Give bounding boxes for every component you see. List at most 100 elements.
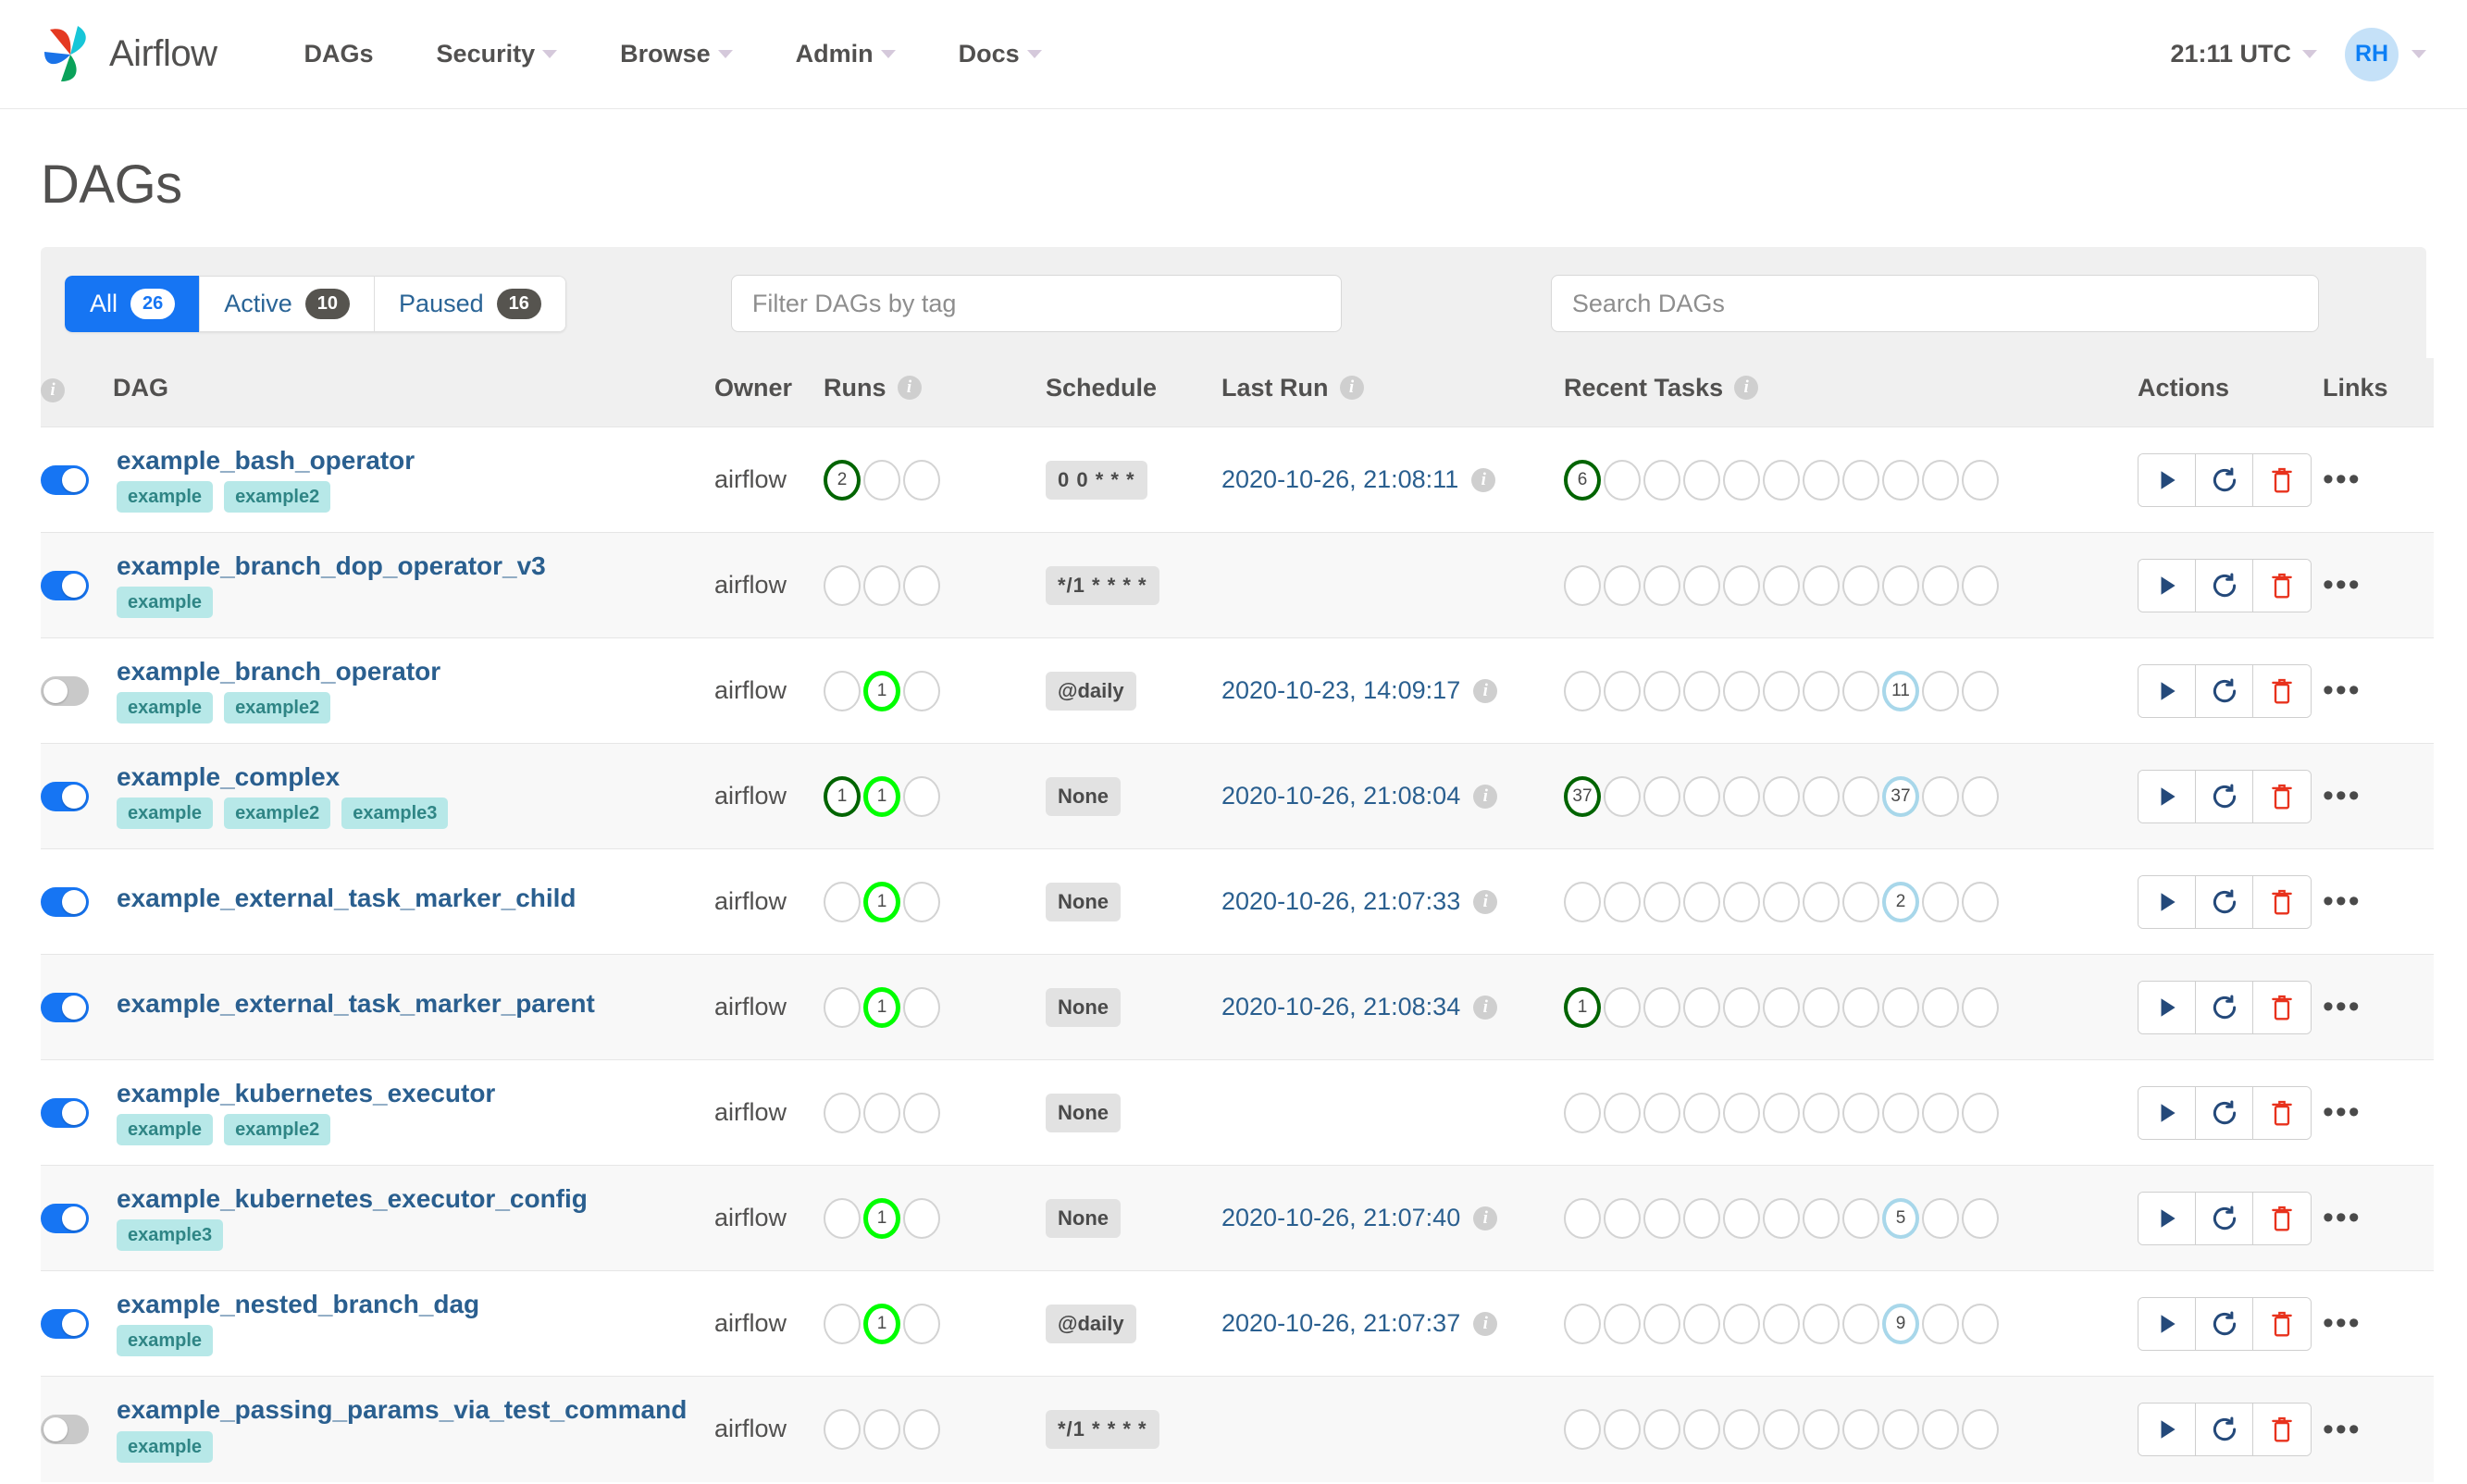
recent-task-circle-item[interactable] bbox=[1803, 564, 1840, 606]
recent-task-circle-item[interactable] bbox=[1763, 881, 1800, 922]
refresh-icon[interactable] bbox=[2196, 770, 2253, 822]
dag-tag[interactable]: example3 bbox=[117, 1219, 224, 1252]
dag-tag[interactable]: example bbox=[117, 798, 214, 830]
recent-task-circle-item[interactable] bbox=[1763, 775, 1800, 817]
dag-run-circle-item[interactable] bbox=[903, 564, 940, 606]
recent-task-circle-item[interactable] bbox=[1723, 1197, 1760, 1239]
recent-task-circle-item[interactable] bbox=[1723, 1303, 1760, 1344]
delete-icon[interactable] bbox=[2253, 1403, 2311, 1455]
refresh-icon[interactable] bbox=[2196, 1297, 2253, 1350]
recent-task-circle-item[interactable] bbox=[1962, 459, 1999, 501]
dag-run-circle-item[interactable] bbox=[903, 670, 940, 711]
trigger-dag-icon[interactable] bbox=[2138, 453, 2196, 506]
recent-task-circle-item[interactable] bbox=[1962, 1197, 1999, 1239]
recent-task-circle-item[interactable] bbox=[1803, 1303, 1840, 1344]
dag-owner[interactable]: airflow bbox=[714, 676, 787, 704]
dag-owner[interactable]: airflow bbox=[714, 1204, 787, 1231]
recent-task-circle-item[interactable] bbox=[1643, 881, 1680, 922]
recent-task-circle-item[interactable] bbox=[1922, 1408, 1959, 1450]
refresh-icon[interactable] bbox=[2196, 453, 2253, 506]
recent-task-circle-item[interactable] bbox=[1962, 1303, 1999, 1344]
dag-pause-toggle[interactable] bbox=[41, 992, 89, 1022]
trigger-dag-icon[interactable] bbox=[2138, 1086, 2196, 1139]
recent-task-circle-item[interactable] bbox=[1564, 1197, 1601, 1239]
last-run-link[interactable]: 2020-10-26, 21:07:37 bbox=[1221, 1309, 1460, 1338]
recent-task-circle-item[interactable] bbox=[1643, 670, 1680, 711]
recent-task-circle-item[interactable] bbox=[1723, 986, 1760, 1028]
recent-task-circle-item[interactable] bbox=[1643, 1092, 1680, 1133]
recent-task-circle-item[interactable] bbox=[1723, 881, 1760, 922]
recent-task-circle-item[interactable] bbox=[1564, 1408, 1601, 1450]
recent-task-circle-item[interactable] bbox=[1922, 986, 1959, 1028]
recent-task-circle-item[interactable] bbox=[1962, 670, 1999, 711]
more-options-icon[interactable]: ••• bbox=[2323, 780, 2362, 812]
trigger-dag-icon[interactable] bbox=[2138, 770, 2196, 822]
more-options-icon[interactable]: ••• bbox=[2323, 674, 2362, 707]
dag-tag[interactable]: example bbox=[117, 481, 214, 513]
dag-run-circle-item[interactable]: 1 bbox=[863, 775, 900, 817]
recent-task-circle-item[interactable]: 2 bbox=[1882, 881, 1919, 922]
brand-logo-link[interactable]: Airflow bbox=[41, 24, 217, 85]
recent-task-circle-item[interactable] bbox=[1922, 1092, 1959, 1133]
info-icon[interactable]: i bbox=[1473, 1311, 1498, 1336]
recent-task-circle-item[interactable]: 37 bbox=[1882, 775, 1919, 817]
more-options-icon[interactable]: ••• bbox=[2323, 1413, 2362, 1445]
dag-tag[interactable]: example bbox=[117, 1325, 214, 1357]
recent-task-circle-item[interactable] bbox=[1882, 1408, 1919, 1450]
nav-item-admin[interactable]: Admin bbox=[764, 31, 927, 78]
recent-task-circle-item[interactable] bbox=[1803, 459, 1840, 501]
dag-run-circle-item[interactable] bbox=[863, 1092, 900, 1133]
recent-task-circle-item[interactable] bbox=[1683, 1197, 1720, 1239]
info-icon[interactable]: i bbox=[1473, 995, 1498, 1020]
recent-task-circle-item[interactable] bbox=[1643, 1197, 1680, 1239]
info-icon[interactable]: i bbox=[1473, 1206, 1498, 1230]
recent-task-circle-item[interactable] bbox=[1683, 459, 1720, 501]
recent-task-circle-item[interactable] bbox=[1763, 670, 1800, 711]
dag-owner[interactable]: airflow bbox=[714, 571, 787, 599]
dag-run-circle-item[interactable]: 1 bbox=[863, 1197, 900, 1239]
recent-task-circle-item[interactable] bbox=[1803, 670, 1840, 711]
timezone-selector[interactable]: 21:11 UTC bbox=[2170, 40, 2317, 68]
recent-task-circle-item[interactable]: 9 bbox=[1882, 1303, 1919, 1344]
dag-pause-toggle[interactable] bbox=[41, 781, 89, 811]
recent-task-circle-item[interactable] bbox=[1763, 1092, 1800, 1133]
more-options-icon[interactable]: ••• bbox=[2323, 1202, 2362, 1234]
recent-task-circle-item[interactable] bbox=[1842, 1303, 1879, 1344]
recent-task-circle-item[interactable] bbox=[1564, 1303, 1601, 1344]
dag-run-circle-item[interactable] bbox=[863, 564, 900, 606]
dag-tag[interactable]: example bbox=[117, 692, 214, 724]
trigger-dag-icon[interactable] bbox=[2138, 981, 2196, 1033]
recent-task-circle-item[interactable] bbox=[1564, 564, 1601, 606]
tab-all[interactable]: All 26 bbox=[65, 275, 200, 332]
recent-task-circle-item[interactable] bbox=[1882, 459, 1919, 501]
dag-name-link[interactable]: example_kubernetes_executor_config bbox=[117, 1184, 714, 1214]
refresh-icon[interactable] bbox=[2196, 981, 2253, 1033]
recent-task-circle-item[interactable] bbox=[1962, 564, 1999, 606]
recent-task-circle-item[interactable] bbox=[1604, 1092, 1641, 1133]
dag-run-circle-item[interactable]: 1 bbox=[863, 670, 900, 711]
dag-owner[interactable]: airflow bbox=[714, 1309, 787, 1337]
dag-name-link[interactable]: example_external_task_marker_parent bbox=[117, 989, 714, 1019]
dag-pause-toggle[interactable] bbox=[41, 675, 89, 706]
dag-run-circle-item[interactable] bbox=[863, 459, 900, 501]
recent-task-circle-item[interactable] bbox=[1763, 564, 1800, 606]
recent-task-circle-item[interactable] bbox=[1763, 1197, 1800, 1239]
recent-task-circle-item[interactable] bbox=[1643, 1408, 1680, 1450]
recent-task-circle-item[interactable] bbox=[1604, 1408, 1641, 1450]
dag-pause-toggle[interactable] bbox=[41, 886, 89, 917]
delete-icon[interactable] bbox=[2253, 875, 2311, 928]
recent-task-circle-item[interactable]: 37 bbox=[1564, 775, 1601, 817]
info-icon[interactable]: i bbox=[1473, 678, 1498, 703]
dag-run-circle-item[interactable] bbox=[903, 986, 940, 1028]
recent-task-circle-item[interactable] bbox=[1683, 986, 1720, 1028]
recent-task-circle-item[interactable] bbox=[1842, 670, 1879, 711]
recent-task-circle-item[interactable] bbox=[1683, 1092, 1720, 1133]
recent-task-circle-item[interactable] bbox=[1683, 881, 1720, 922]
refresh-icon[interactable] bbox=[2196, 664, 2253, 717]
last-run-link[interactable]: 2020-10-26, 21:08:11 bbox=[1221, 465, 1458, 494]
dag-run-circle-item[interactable]: 1 bbox=[824, 775, 861, 817]
dag-pause-toggle[interactable] bbox=[41, 1203, 89, 1233]
delete-icon[interactable] bbox=[2253, 1192, 2311, 1244]
dag-run-circle-item[interactable] bbox=[824, 564, 861, 606]
recent-task-circle-item[interactable] bbox=[1842, 986, 1879, 1028]
